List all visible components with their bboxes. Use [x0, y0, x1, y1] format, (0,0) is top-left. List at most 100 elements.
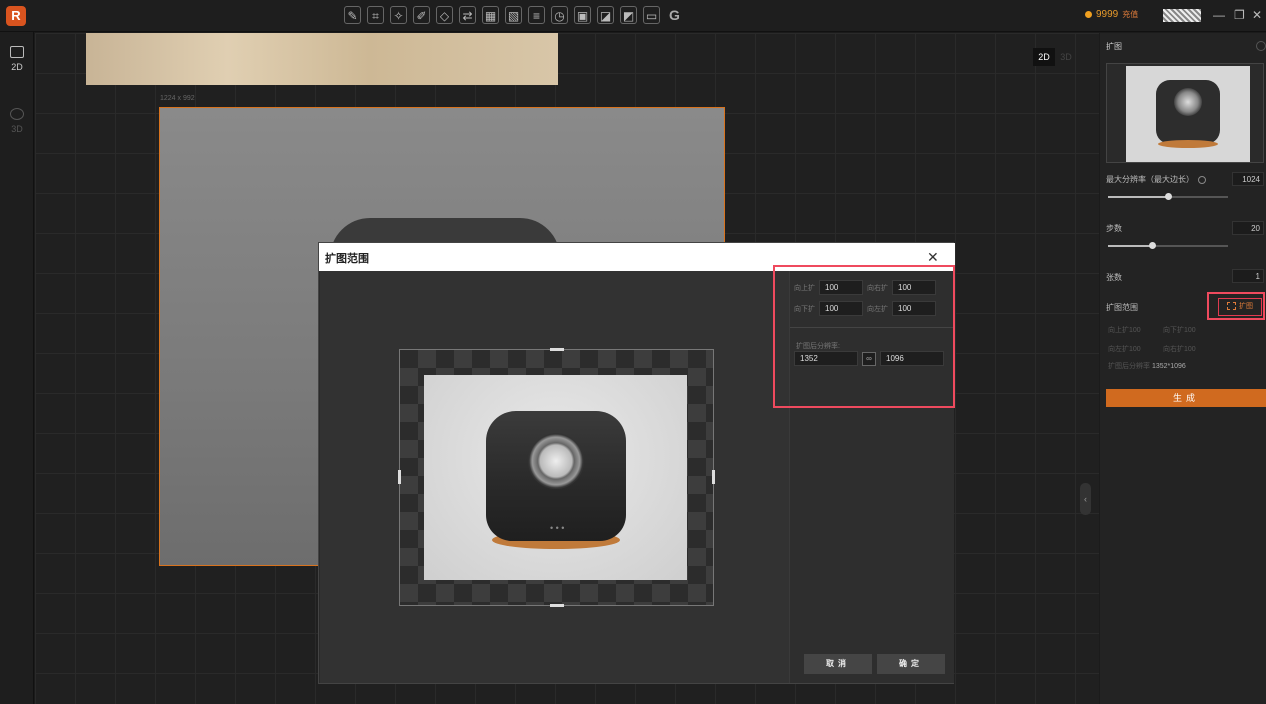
- count-input[interactable]: 1: [1232, 269, 1264, 283]
- maximize-icon[interactable]: ❐: [1234, 8, 1245, 22]
- dialog-settings: 向上扩 100 向右扩 100 向下扩 100 向左扩 100 扩图后分辨率: …: [789, 271, 955, 683]
- left-input[interactable]: 100: [892, 301, 936, 316]
- bottom-handle[interactable]: [550, 604, 564, 607]
- expand-icon[interactable]: ◪: [597, 6, 614, 24]
- brush-icon[interactable]: ✐: [413, 6, 430, 24]
- summary-right: 向右扩100: [1163, 346, 1196, 353]
- dialog-header: 扩图范围 ✕: [319, 243, 955, 271]
- resolution-label: 扩图后分辨率:: [796, 343, 840, 350]
- speaker-knob: [528, 433, 584, 489]
- range-label: 扩图范围: [1106, 303, 1138, 312]
- right-input[interactable]: 100: [892, 280, 936, 295]
- row-up-right: 向上扩 100 向右扩 100: [794, 280, 936, 295]
- info-icon[interactable]: [1198, 175, 1207, 184]
- help-icon[interactable]: [1256, 41, 1266, 51]
- dialog-preview-area: • • •: [320, 271, 789, 683]
- expand-range-dialog: 扩图范围 ✕ • • • 向上扩 100 向右扩 100 向下扩 100 向左扩…: [318, 242, 955, 684]
- credits-area[interactable]: 9999 充值: [1085, 9, 1138, 20]
- divider: [790, 327, 955, 328]
- sidebar-label-3d: 3D: [11, 124, 23, 134]
- summary-resolution: 扩图后分辨率 1352*1096: [1108, 361, 1186, 371]
- thumbnail-image: [1126, 66, 1250, 162]
- mode-2d-button[interactable]: 2D: [1033, 48, 1055, 66]
- summary-down: 向下扩100: [1163, 327, 1196, 334]
- down-label: 向下扩: [794, 305, 815, 313]
- steps-label: 步数: [1106, 224, 1122, 233]
- summary-left: 向左扩100: [1108, 346, 1141, 353]
- steps-input[interactable]: 20: [1232, 221, 1264, 235]
- source-photo: • • •: [424, 375, 687, 580]
- max-resolution-label: 最大分辨率（最大边长）: [1106, 174, 1207, 185]
- left-handle[interactable]: [398, 470, 401, 484]
- coin-icon: [1085, 11, 1092, 18]
- left-sidebar: 2D 3D: [0, 32, 34, 704]
- texture-icon[interactable]: ▦: [482, 6, 499, 24]
- hd-icon[interactable]: ▭: [643, 6, 660, 24]
- scan-icon[interactable]: ⌗: [367, 6, 384, 24]
- slider-fill: [1108, 196, 1168, 198]
- confirm-button[interactable]: 确定: [877, 654, 945, 674]
- bridge-icon[interactable]: ≡: [528, 6, 545, 24]
- magic-icon[interactable]: ✧: [390, 6, 407, 24]
- thumbnail: [1106, 63, 1264, 163]
- edit-icon[interactable]: ✎: [344, 6, 361, 24]
- image-dimension-label: 1224 x 992: [160, 95, 195, 102]
- speaker-dots: • • •: [550, 523, 565, 533]
- sidebar-item-2d[interactable]: 2D: [0, 46, 34, 72]
- swap-icon[interactable]: ⇄: [459, 6, 476, 24]
- charge-link[interactable]: 充值: [1122, 9, 1138, 20]
- slider-knob[interactable]: [1165, 193, 1172, 200]
- mode-3d-button[interactable]: 3D: [1055, 48, 1077, 66]
- close-icon[interactable]: ✕: [927, 249, 939, 266]
- sidebar-label-2d: 2D: [11, 62, 23, 72]
- expand-button-label: 扩图: [1239, 303, 1253, 310]
- collapse-panel-button[interactable]: ‹: [1080, 483, 1091, 515]
- dashed-box-icon: [1227, 302, 1236, 311]
- max-resolution-text: 最大分辨率（最大边长）: [1106, 175, 1194, 184]
- height-input[interactable]: 1096: [880, 351, 944, 366]
- app-logo: R: [6, 6, 26, 26]
- close-window-icon[interactable]: ✕: [1252, 8, 1262, 22]
- eraser-icon[interactable]: ◇: [436, 6, 453, 24]
- steps-slider[interactable]: [1108, 242, 1228, 249]
- cube-icon: [10, 108, 24, 120]
- cancel-button[interactable]: 取消: [804, 654, 872, 674]
- row-down-left: 向下扩 100 向左扩 100: [794, 301, 936, 316]
- stripe-icon[interactable]: ▧: [505, 6, 522, 24]
- link-icon[interactable]: ∞: [862, 351, 876, 366]
- top-toolbar: R ✎ ⌗ ✧ ✐ ◇ ⇄ ▦ ▧ ≡ ◷ ▣ ◪ ◩ ▭ G 9999 充值 …: [0, 0, 1266, 32]
- right-handle[interactable]: [712, 470, 715, 484]
- up-label: 向上扩: [794, 284, 815, 292]
- width-input[interactable]: 1352: [794, 351, 858, 366]
- user-avatar[interactable]: [1163, 9, 1201, 22]
- expand-button[interactable]: 扩图: [1218, 298, 1262, 316]
- right-panel: 扩图 最大分辨率（最大边长） 1024 步数 20 张数 1 扩图范围 扩图 向…: [1100, 33, 1266, 704]
- up-input[interactable]: 100: [819, 280, 863, 295]
- top-handle[interactable]: [550, 348, 564, 351]
- timer-icon[interactable]: ◷: [551, 6, 568, 24]
- down-input[interactable]: 100: [819, 301, 863, 316]
- summary-up: 向上扩100: [1108, 327, 1141, 334]
- square-icon[interactable]: ▣: [574, 6, 591, 24]
- wood-texture-image: [86, 33, 558, 85]
- left-label: 向左扩: [867, 305, 888, 313]
- max-resolution-input[interactable]: 1024: [1232, 172, 1264, 186]
- dialog-title: 扩图范围: [325, 253, 369, 265]
- minimize-icon[interactable]: —: [1213, 8, 1225, 22]
- tool-strip: ✎ ⌗ ✧ ✐ ◇ ⇄ ▦ ▧ ≡ ◷ ▣ ◪ ◩ ▭ G: [344, 6, 683, 24]
- image-icon: [10, 46, 24, 58]
- generate-button[interactable]: 生成: [1106, 389, 1266, 407]
- slider-knob[interactable]: [1149, 242, 1156, 249]
- mode-toggle: 2D 3D: [1033, 48, 1077, 66]
- chart-icon[interactable]: ◩: [620, 6, 637, 24]
- summary-res-label: 扩图后分辨率: [1108, 363, 1150, 370]
- resolution-row: 1352 ∞ 1096: [794, 351, 944, 366]
- right-label: 向右扩: [867, 284, 888, 292]
- slider-fill: [1108, 245, 1152, 247]
- count-label: 张数: [1106, 273, 1122, 282]
- panel-title: 扩图: [1106, 42, 1122, 51]
- g-icon[interactable]: G: [666, 6, 683, 24]
- max-resolution-slider[interactable]: [1108, 193, 1228, 200]
- sidebar-item-3d[interactable]: 3D: [0, 108, 34, 134]
- credits-value: 9999: [1096, 9, 1119, 20]
